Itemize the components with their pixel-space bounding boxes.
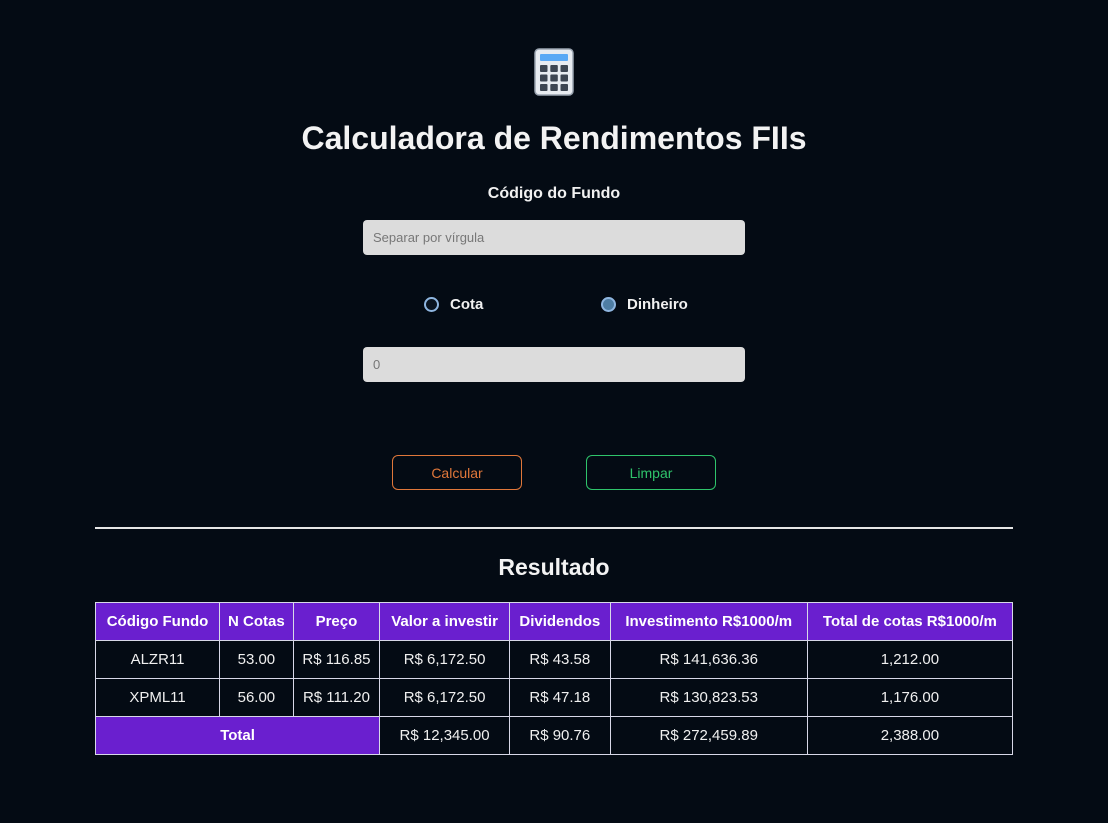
column-header-investimento: Investimento R$1000/m <box>609 602 808 641</box>
column-header-dividendos: Dividendos <box>508 602 611 641</box>
total-cotas: 2,388.00 <box>806 716 1014 755</box>
cell-total-cotas: 1,176.00 <box>806 678 1014 717</box>
radio-cota[interactable]: Cota <box>424 296 483 313</box>
cell-valor: R$ 6,172.50 <box>379 678 510 717</box>
page: Calculadora de Rendimentos FIIs Código d… <box>0 0 1108 823</box>
valor-input[interactable] <box>363 347 745 382</box>
cell-dividendos: R$ 43.58 <box>508 640 611 679</box>
cell-preco: R$ 116.85 <box>292 640 381 679</box>
codigo-fundo-label: Código do Fundo <box>487 185 621 202</box>
cell-investimento: R$ 130,823.53 <box>609 678 808 717</box>
table-row: ALZR11 53.00 R$ 116.85 R$ 6,172.50 R$ 43… <box>94 640 1014 679</box>
calculator-icon <box>534 48 574 96</box>
column-header-codigo: Código Fundo <box>94 602 221 641</box>
cell-codigo: XPML11 <box>94 678 221 717</box>
results-table: Código Fundo N Cotas Preço Valor a inves… <box>94 602 1014 755</box>
total-label: Total <box>94 716 381 755</box>
cell-cotas: 53.00 <box>219 640 294 679</box>
cell-codigo: ALZR11 <box>94 640 221 679</box>
codigo-fundo-input[interactable] <box>363 220 745 255</box>
cell-total-cotas: 1,212.00 <box>806 640 1014 679</box>
divider <box>95 527 1013 529</box>
column-header-valor: Valor a investir <box>379 602 510 641</box>
calcular-button[interactable]: Calcular <box>392 455 522 490</box>
table-row: XPML11 56.00 R$ 111.20 R$ 6,172.50 R$ 47… <box>94 678 1014 717</box>
total-investimento: R$ 272,459.89 <box>609 716 808 755</box>
total-valor: R$ 12,345.00 <box>379 716 510 755</box>
table-header-row: Código Fundo N Cotas Preço Valor a inves… <box>94 602 1014 641</box>
radio-dinheiro[interactable]: Dinheiro <box>601 296 688 313</box>
table-total-row: Total R$ 12,345.00 R$ 90.76 R$ 272,459.8… <box>94 716 1014 755</box>
radio-dinheiro-label: Dinheiro <box>627 296 688 313</box>
radio-cota-circle[interactable] <box>424 297 439 312</box>
cell-preco: R$ 111.20 <box>292 678 381 717</box>
column-header-cotas: N Cotas <box>219 602 294 641</box>
cell-cotas: 56.00 <box>219 678 294 717</box>
radio-cota-label: Cota <box>450 296 484 313</box>
column-header-total-cotas: Total de cotas R$1000/m <box>806 602 1014 641</box>
total-dividendos: R$ 90.76 <box>508 716 611 755</box>
page-title: Calculadora de Rendimentos FIIs <box>301 120 807 156</box>
cell-investimento: R$ 141,636.36 <box>609 640 808 679</box>
radio-dinheiro-circle[interactable] <box>601 297 616 312</box>
cell-valor: R$ 6,172.50 <box>379 640 510 679</box>
result-title: Resultado <box>498 554 610 580</box>
column-header-preco: Preço <box>292 602 381 641</box>
limpar-button[interactable]: Limpar <box>586 455 716 490</box>
cell-dividendos: R$ 47.18 <box>508 678 611 717</box>
